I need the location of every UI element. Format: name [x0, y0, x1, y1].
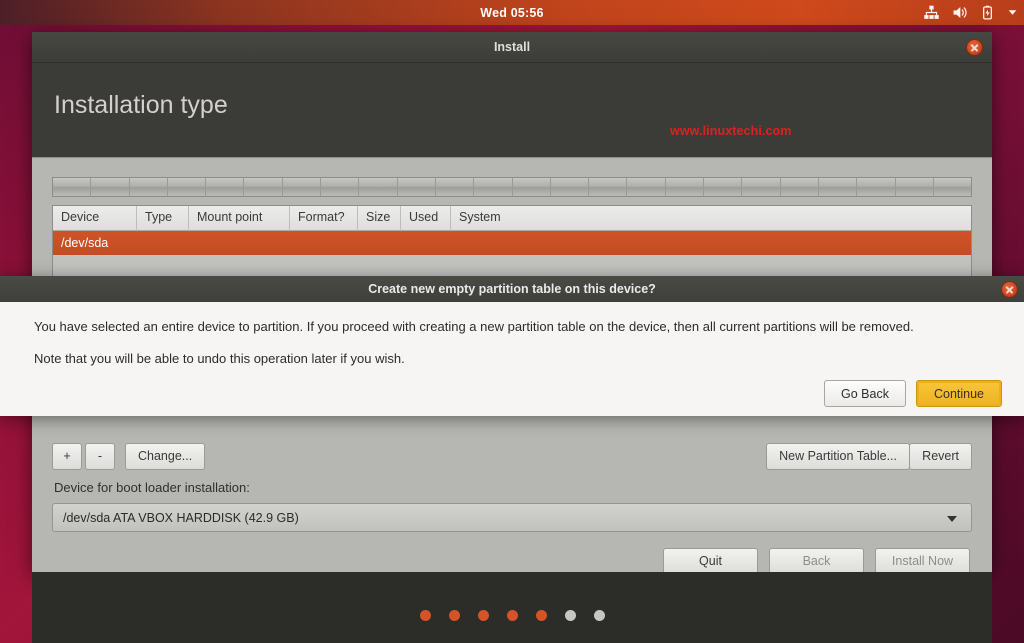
- slideshow-dot[interactable]: [564, 610, 576, 621]
- partition-bar-segment: [244, 178, 283, 196]
- partition-bar-segment: [704, 178, 743, 196]
- slideshow-dot[interactable]: [506, 610, 518, 621]
- top-panel: Wed 05:56: [0, 0, 1024, 25]
- panel-indicators: [923, 0, 1018, 25]
- partition-bar-segment: [321, 178, 360, 196]
- network-icon[interactable]: [923, 4, 940, 21]
- add-partition-button[interactable]: +: [52, 443, 82, 470]
- partition-bar-segment: [168, 178, 207, 196]
- partition-bar-segment: [781, 178, 819, 196]
- partition-bar-segment: [359, 178, 398, 196]
- partition-bar-segment: [206, 178, 245, 196]
- partition-bar-segment: [551, 178, 590, 196]
- chevron-down-icon[interactable]: [1007, 7, 1018, 18]
- partition-bar-segment: [513, 178, 551, 196]
- partition-bar-segment: [934, 178, 971, 196]
- partition-bar-segment: [91, 178, 130, 196]
- dialog-paragraph-2: Note that you will be able to undo this …: [34, 351, 405, 366]
- column-header-system: System: [459, 210, 501, 224]
- window-titlebar: Install: [32, 32, 992, 63]
- back-button: Back: [769, 548, 864, 575]
- partition-bar-segment: [589, 178, 628, 196]
- panel-clock[interactable]: Wed 05:56: [480, 6, 543, 20]
- bootloader-select[interactable]: /dev/sda ATA VBOX HARDDISK (42.9 GB): [52, 503, 972, 532]
- partition-bar-segment: [474, 178, 513, 196]
- partition-bar-segment: [666, 178, 705, 196]
- desktop-screen: Wed 05:56 Install Installation type www.…: [0, 0, 1024, 643]
- partition-bar-segment: [53, 178, 92, 196]
- navigation-buttons: Quit Back Install Now: [663, 548, 970, 575]
- battery-icon[interactable]: [979, 4, 996, 21]
- partition-bar-segment: [627, 178, 666, 196]
- table-cell-device: /dev/sda: [61, 236, 109, 250]
- dialog-titlebar: Create new empty partition table on this…: [0, 276, 1024, 302]
- table-row[interactable]: /dev/sda: [53, 231, 971, 255]
- partition-bar-segment: [896, 178, 934, 196]
- continue-button[interactable]: Continue: [916, 380, 1002, 407]
- dialog-paragraph-1: You have selected an entire device to pa…: [34, 319, 914, 334]
- partition-bar-segment: [283, 178, 322, 196]
- column-header-format: Format?: [290, 206, 358, 231]
- partition-tools-row: + - Change... New Partition Table... Rev…: [52, 443, 972, 470]
- new-partition-table-button[interactable]: New Partition Table...: [766, 443, 910, 470]
- watermark-text: www.linuxtechi.com: [670, 124, 792, 138]
- slideshow-dot[interactable]: [535, 610, 547, 621]
- partition-bar-segment: [857, 178, 896, 196]
- partition-bar-segment: [398, 178, 436, 196]
- chevron-down-icon: [947, 516, 957, 522]
- install-now-button: Install Now: [875, 548, 970, 575]
- page-title: Installation type: [54, 91, 228, 119]
- confirm-partition-table-dialog: Create new empty partition table on this…: [0, 276, 1024, 416]
- partition-bar-segment: [436, 178, 475, 196]
- slideshow-dot[interactable]: [419, 610, 431, 621]
- partition-bar-segment: [819, 178, 858, 196]
- partition-usage-bar: [52, 177, 972, 197]
- go-back-button[interactable]: Go Back: [824, 380, 906, 407]
- remove-partition-button[interactable]: -: [85, 443, 115, 470]
- slideshow-strip: [32, 572, 992, 643]
- column-header-type: Type: [137, 206, 189, 231]
- bootloader-selected-value: /dev/sda ATA VBOX HARDDISK (42.9 GB): [63, 510, 299, 525]
- column-header-size: Size: [358, 206, 401, 231]
- slideshow-dot[interactable]: [477, 610, 489, 621]
- column-header-used: Used: [401, 206, 451, 231]
- partition-bar-segment: [742, 178, 781, 196]
- revert-button[interactable]: Revert: [909, 443, 972, 470]
- window-header: Installation type www.linuxtechi.com: [32, 63, 992, 157]
- dialog-buttons: Go Back Continue: [824, 380, 1002, 407]
- change-partition-button[interactable]: Change...: [125, 443, 206, 470]
- dialog-body: You have selected an entire device to pa…: [0, 302, 1024, 416]
- slideshow-dot[interactable]: [448, 610, 460, 621]
- bootloader-label: Device for boot loader installation:: [54, 480, 250, 495]
- dialog-title: Create new empty partition table on this…: [368, 282, 656, 296]
- column-header-device: Device: [53, 206, 137, 231]
- slideshow-dot[interactable]: [593, 610, 605, 621]
- column-header-mount-point: Mount point: [189, 206, 290, 231]
- window-title: Install: [493, 40, 531, 54]
- close-icon[interactable]: [966, 39, 983, 56]
- table-header-row: Device Type Mount point Format? Size Use…: [53, 206, 971, 231]
- slideshow-dots: [32, 610, 992, 621]
- volume-icon[interactable]: [951, 4, 968, 21]
- close-icon[interactable]: [1001, 281, 1018, 298]
- quit-button[interactable]: Quit: [663, 548, 758, 575]
- partition-bar-segment: [130, 178, 168, 196]
